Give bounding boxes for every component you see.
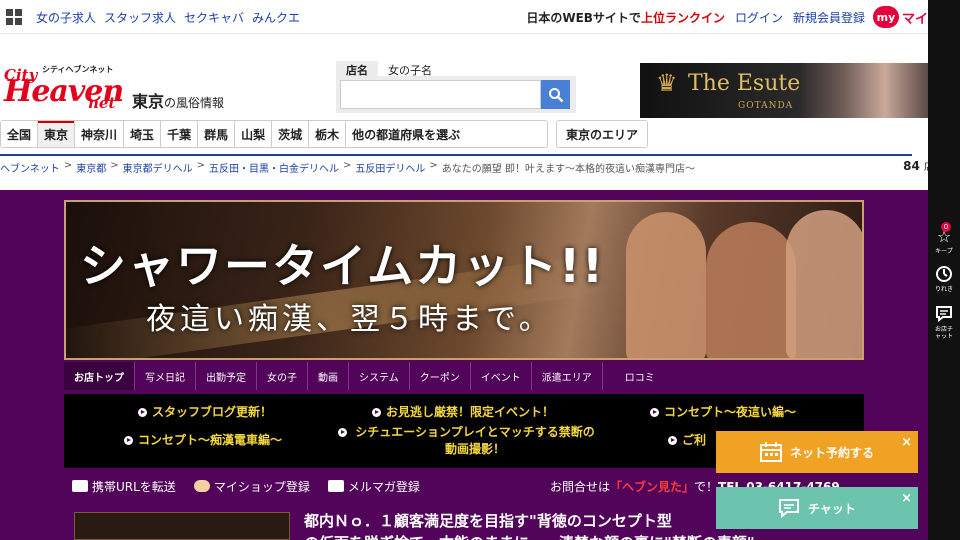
pref-other[interactable]: 他の都道府県を選ぶ <box>346 121 466 147</box>
history-icon <box>934 264 954 284</box>
notice-link[interactable]: お見逃し厳禁！限定イベント！ <box>372 404 554 421</box>
arrow-icon <box>138 408 147 417</box>
shopnav-girls[interactable]: 女の子 <box>257 362 308 390</box>
top-link-minkue[interactable]: みんクエ <box>252 9 300 26</box>
model-photo <box>706 222 796 358</box>
chat-icon <box>779 499 800 518</box>
shopnav-schedule[interactable]: 出勤予定 <box>196 362 257 390</box>
mail-icon <box>327 480 344 492</box>
area-title: 東京の風俗情報 <box>132 92 225 111</box>
keep-count-badge: 0 <box>941 222 951 232</box>
pref-chiba[interactable]: 千葉 <box>161 121 199 147</box>
site-logo[interactable]: シティヘブンネット City Heaven net <box>4 64 128 112</box>
pref-saitama[interactable]: 埼玉 <box>124 121 162 147</box>
notice-link[interactable]: コンセプト〜痴漢電車編〜 <box>124 432 282 449</box>
url-icon <box>72 480 88 492</box>
shopnav-coupon[interactable]: クーポン <box>410 362 471 390</box>
pref-gunma[interactable]: 群馬 <box>198 121 236 147</box>
top-link-sekukyaba[interactable]: セクキャバ <box>184 9 244 26</box>
shopnav-event[interactable]: イベント <box>471 362 532 390</box>
login-link[interactable]: ログイン <box>735 9 783 26</box>
breadcrumb-item[interactable]: 東京都 <box>76 160 106 182</box>
my-page-icon[interactable]: my <box>872 6 899 28</box>
ranking-text: 日本のWEBサイトで上位ランクイン <box>526 10 725 25</box>
pref-yamanashi[interactable]: 山梨 <box>235 121 273 147</box>
notice-link[interactable]: シチュエーションプレイとマッチする禁断の動画撮影！ <box>338 424 598 458</box>
ad-banner-esute[interactable]: ♛ The Esute GOTANDA <box>640 63 928 118</box>
star-icon: ☆ 0 <box>936 222 952 246</box>
shopnav-area[interactable]: 派遣エリア <box>532 362 603 390</box>
pref-zenkoku[interactable]: 全国 <box>1 121 39 147</box>
shop-nav: お店トップ 写メ日記 出勤予定 女の子 動画 システム クーポン イベント 派遣… <box>64 362 864 390</box>
search-button[interactable] <box>541 80 570 109</box>
hero-subheadline: 夜這い痴漢、翌５時まで。 <box>146 302 553 337</box>
shopnav-diary[interactable]: 写メ日記 <box>135 362 196 390</box>
arrow-icon <box>338 428 347 437</box>
arrow-icon <box>372 408 381 417</box>
search-input[interactable] <box>340 80 541 109</box>
right-sidebar: ☆ 0 キープ りれき お店チャット <box>928 0 960 540</box>
top-link-staff-recruit[interactable]: スタッフ求人 <box>104 9 176 26</box>
prefecture-nav: 全国 東京 神奈川 埼玉 千葉 群馬 山梨 茨城 栃木 他の都道府県を選ぶ <box>0 120 548 148</box>
notice-link[interactable]: スタッフブログ更新！ <box>138 404 272 421</box>
arrow-icon <box>124 436 133 445</box>
pref-kanagawa[interactable]: 神奈川 <box>75 121 125 147</box>
model-photo <box>786 210 862 358</box>
heart-icon <box>193 480 210 492</box>
calendar-icon <box>759 442 782 462</box>
breadcrumb-current: あなたの願望 即！叶えます〜本格的夜這い痴漢専門店〜 <box>441 164 695 175</box>
arrow-icon <box>668 436 677 445</box>
keep-button[interactable]: ☆ 0 キープ <box>928 222 960 255</box>
close-icon[interactable]: × <box>901 491 912 506</box>
breadcrumb-item[interactable]: 東京都デリヘル <box>123 160 193 182</box>
hero-headline: シャワータイムカット!! <box>80 239 606 293</box>
pref-ibaraki[interactable]: 茨城 <box>272 121 310 147</box>
shopnav-reviews[interactable]: ロコミ <box>603 362 665 390</box>
breadcrumb-item[interactable]: 五反田デリヘル <box>355 160 425 182</box>
send-url-link[interactable]: 携帯URLを転送 <box>72 478 176 495</box>
notice-link[interactable]: コンセプト〜夜這い編〜 <box>650 404 796 421</box>
notice-link[interactable]: ご利 <box>668 432 706 449</box>
shopnav-top[interactable]: お店トップ <box>64 362 135 390</box>
mailmag-link[interactable]: メルマガ登録 <box>327 478 420 495</box>
net-reserve-button[interactable]: ネット予約する × <box>716 431 918 473</box>
pref-tokyo[interactable]: 東京 <box>38 121 76 147</box>
search-icon <box>548 87 563 102</box>
shopnav-system[interactable]: システム <box>349 362 410 390</box>
history-button[interactable]: りれき <box>928 264 960 293</box>
register-link[interactable]: 新規会員登録 <box>793 9 865 26</box>
search-box <box>336 76 576 113</box>
top-links: 女の子求人 スタッフ求人 セクキャバ みんクエ <box>36 9 308 26</box>
breadcrumb-item[interactable]: ヘブンネット <box>0 160 60 182</box>
top-link-girl-recruit[interactable]: 女の子求人 <box>36 9 96 26</box>
top-right-links: 日本のWEBサイトで上位ランクイン ログイン 新規会員登録 my マイ <box>526 6 928 28</box>
breadcrumb: ヘブンネット > 東京都 > 東京都デリヘル > 五反田・目黒・白金デリヘル > 五反田… <box>0 154 912 182</box>
top-bar: 女の子求人 スタッフ求人 セクキャバ みんクエ 日本のWEBサイトで上位ランクイ… <box>0 0 928 34</box>
apps-grid-icon[interactable] <box>6 9 22 25</box>
crown-icon: ♛ <box>656 69 678 97</box>
close-icon[interactable]: × <box>901 435 912 450</box>
tokyo-area-button[interactable]: 東京のエリア <box>556 120 648 148</box>
chat-button[interactable]: チャット × <box>716 487 918 529</box>
arrow-icon <box>650 408 659 417</box>
breadcrumb-item[interactable]: 五反田・目黒・白金デリヘル <box>209 160 339 182</box>
shop-photo[interactable] <box>74 512 290 540</box>
shop-chat-button[interactable]: お店チャット <box>928 304 960 340</box>
hero-banner[interactable]: シャワータイムカット!! 夜這い痴漢、翌５時まで。 <box>64 200 864 360</box>
chat-icon <box>934 304 954 324</box>
myshop-link[interactable]: マイショップ登録 <box>193 478 310 495</box>
my-page-link[interactable]: マイ <box>902 8 928 27</box>
pref-tochigi[interactable]: 栃木 <box>309 121 347 147</box>
shopnav-video[interactable]: 動画 <box>308 362 349 390</box>
model-photo <box>626 212 706 358</box>
